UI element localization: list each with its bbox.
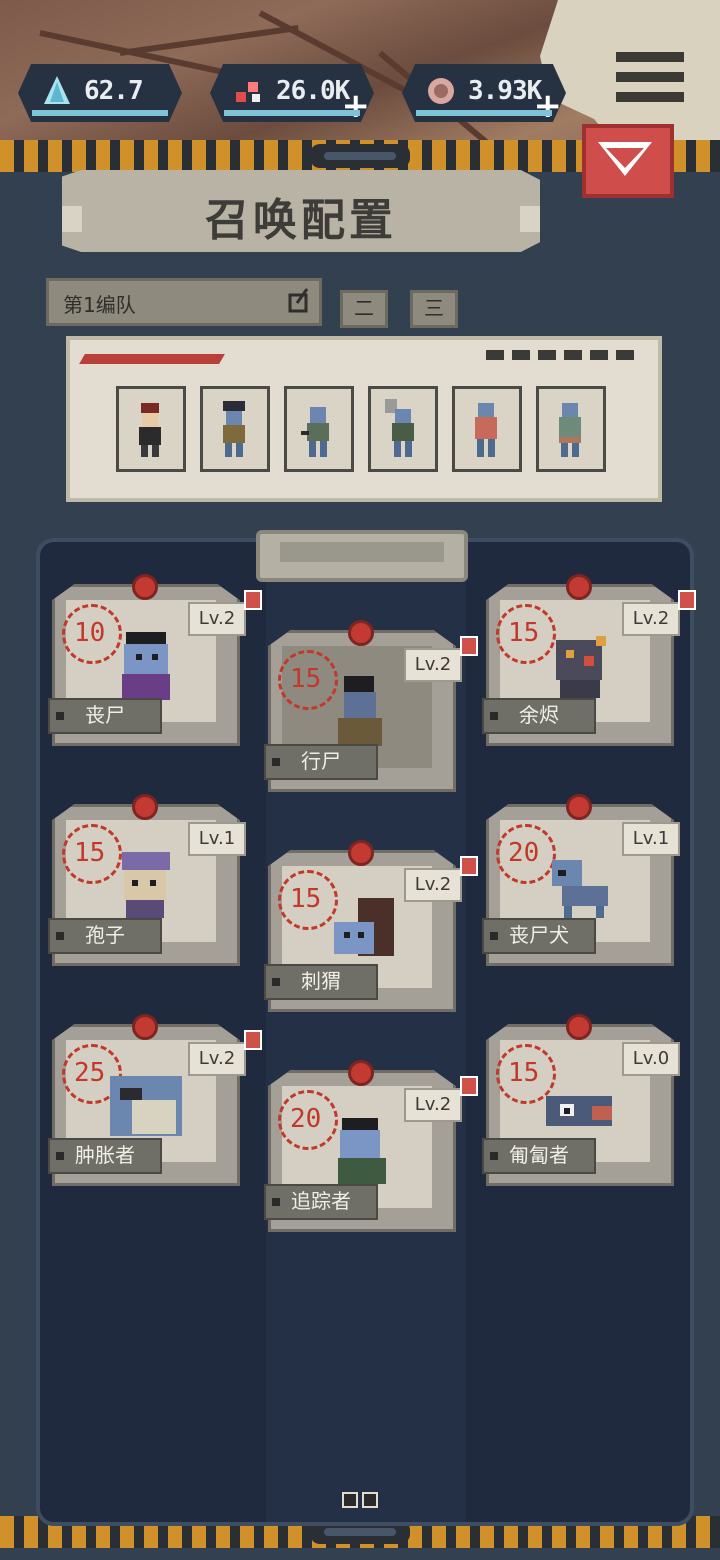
card-name: 丧尸 [48, 698, 162, 734]
unit-card-crawler[interactable]: 15 Lv.0 匍匐者 [482, 1014, 680, 1186]
alert-icon [460, 856, 478, 876]
card-level: Lv.1 [622, 822, 680, 856]
zombie-unit-icon [223, 401, 245, 457]
unit-card-hedgehog[interactable]: 15 Lv.2 刺猬 [264, 840, 478, 1012]
zombie-dog-icon [552, 860, 608, 918]
pin-icon [132, 794, 158, 820]
card-name: 孢子 [48, 918, 162, 954]
resource-bone-value: 3.93K [468, 76, 542, 106]
card-level: Lv.2 [622, 602, 680, 636]
hedgehog-icon [334, 898, 394, 956]
pin-icon [566, 1014, 592, 1040]
card-name: 肿胀者 [48, 1138, 162, 1174]
resource-bone[interactable]: 3.93K + [402, 64, 566, 122]
unit-card-zombie[interactable]: 10 Lv.2 丧尸 [48, 574, 262, 746]
card-cost: 25 [74, 1058, 106, 1088]
card-level: Lv.2 [404, 1088, 462, 1122]
card-name: 追踪者 [264, 1184, 378, 1220]
team-tab-3[interactable]: 三 [410, 290, 458, 328]
zombie-unit-icon [385, 399, 414, 457]
board-tab [256, 530, 468, 582]
chevron-down-icon [598, 142, 652, 176]
ember-icon [556, 636, 606, 698]
formation-slot-2[interactable] [200, 386, 270, 472]
walker-icon [338, 676, 382, 746]
card-level: Lv.2 [404, 648, 462, 682]
pin-icon [132, 1014, 158, 1040]
pin-icon [348, 840, 374, 866]
page-indicator [342, 1492, 382, 1512]
hunter-unit-icon [139, 403, 161, 457]
unit-card-bloater[interactable]: 25 Lv.2 肿胀者 [48, 1014, 262, 1186]
card-name: 余烬 [482, 698, 596, 734]
zombie-icon [122, 632, 170, 700]
card-cost: 15 [508, 1058, 540, 1088]
card-name: 行尸 [264, 744, 378, 780]
card-cost: 15 [290, 884, 322, 914]
card-level: Lv.2 [404, 868, 462, 902]
alert-icon [244, 1030, 262, 1050]
card-cost: 15 [74, 838, 106, 868]
card-name: 匍匐者 [482, 1138, 596, 1174]
card-cost: 10 [74, 618, 106, 648]
flesh-icon [236, 82, 260, 102]
pin-icon [566, 574, 592, 600]
card-level: Lv.0 [622, 1042, 680, 1076]
tracker-icon [338, 1118, 386, 1184]
card-level: Lv.2 [188, 602, 246, 636]
resource-flesh-value: 26.0K [276, 76, 350, 106]
crawler-icon [546, 1096, 612, 1126]
unit-card-spore[interactable]: 15 Lv.1 孢子 [48, 794, 246, 966]
alert-icon [460, 1076, 478, 1096]
formation-slot-1[interactable] [116, 386, 186, 472]
alert-icon [244, 590, 262, 610]
alert-icon [460, 636, 478, 656]
team-select[interactable]: 第1编队 [46, 278, 322, 326]
alert-icon [678, 590, 696, 610]
menu-button[interactable] [610, 44, 692, 114]
card-cost: 20 [290, 1104, 322, 1134]
card-level: Lv.1 [188, 822, 246, 856]
card-cost: 15 [290, 664, 322, 694]
formation-slot-3[interactable] [284, 386, 354, 472]
zombie-unit-icon [559, 403, 581, 457]
resource-crystal: 62.7 [18, 64, 182, 122]
resource-crystal-value: 62.7 [84, 76, 144, 106]
card-cost: 20 [508, 838, 540, 868]
team-tab-2[interactable]: 二 [340, 290, 388, 328]
pin-icon [132, 574, 158, 600]
zombie-unit-icon [475, 403, 497, 457]
unit-card-walker[interactable]: 15 Lv.2 行尸 [264, 620, 478, 792]
unit-card-zombie-dog[interactable]: 20 Lv.1 丧尸犬 [482, 794, 680, 966]
formation-plate [66, 336, 662, 502]
pin-icon [348, 620, 374, 646]
title-plate: 召唤配置 [62, 170, 540, 252]
card-level: Lv.2 [188, 1042, 246, 1076]
crystal-icon [44, 76, 70, 104]
spore-icon [122, 852, 170, 918]
collapse-button[interactable] [582, 124, 674, 198]
pin-icon [348, 1060, 374, 1086]
page-title: 召唤配置 [205, 195, 397, 246]
card-name: 刺猬 [264, 964, 378, 1000]
card-cost: 15 [508, 618, 540, 648]
card-name: 丧尸犬 [482, 918, 596, 954]
resource-flesh[interactable]: 26.0K + [210, 64, 374, 122]
formation-slot-6[interactable] [536, 386, 606, 472]
bone-icon [428, 78, 454, 104]
pin-icon [566, 794, 592, 820]
bloater-icon [110, 1076, 182, 1136]
unit-card-ember[interactable]: 15 Lv.2 余烬 [482, 574, 696, 746]
team-select-label: 第1编队 [63, 293, 136, 317]
edit-icon[interactable] [287, 287, 309, 313]
formation-slot-5[interactable] [452, 386, 522, 472]
unit-card-tracker[interactable]: 20 Lv.2 追踪者 [264, 1060, 478, 1232]
zombie-unit-icon [301, 407, 329, 457]
formation-slot-4[interactable] [368, 386, 438, 472]
